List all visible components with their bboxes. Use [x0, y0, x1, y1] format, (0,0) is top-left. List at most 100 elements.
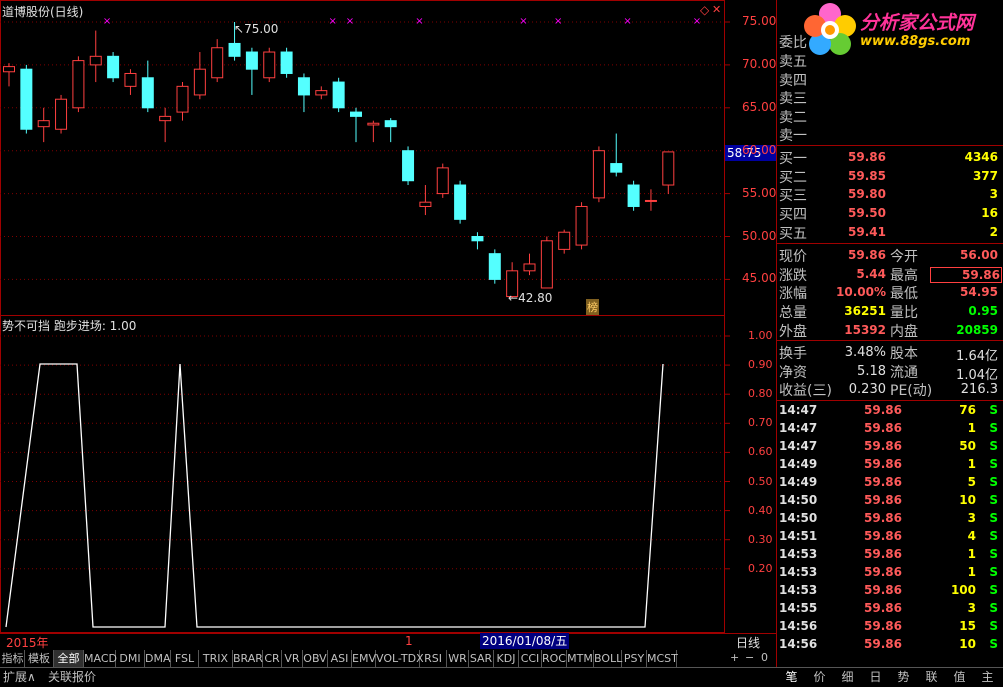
indicator-tab-fsl[interactable]: FSL: [171, 650, 199, 667]
candle[interactable]: [89, 30, 102, 83]
candle[interactable]: [540, 236, 553, 289]
candle[interactable]: [211, 39, 224, 83]
candle[interactable]: [263, 47, 276, 83]
candle[interactable]: [72, 56, 85, 113]
candle[interactable]: [37, 107, 50, 143]
candle[interactable]: [350, 107, 362, 143]
close-icon[interactable]: ✕: [712, 3, 721, 16]
price-axis-label: 50.00: [742, 228, 777, 243]
candle[interactable]: [124, 69, 137, 95]
indicator-tab-psy[interactable]: PSY: [622, 650, 647, 667]
candle[interactable]: [402, 146, 415, 186]
indicator-tab-cci[interactable]: CCI: [519, 650, 542, 667]
candle[interactable]: [280, 47, 293, 78]
indicator-axis-label: 0.40: [748, 503, 773, 517]
indicator-tab-obv[interactable]: OBV: [303, 650, 328, 667]
indicator-tab-emv[interactable]: EMV: [352, 650, 376, 667]
indicator-tab-macd[interactable]: MACD: [84, 650, 117, 667]
candle[interactable]: [610, 133, 623, 177]
indicator-tab-指标[interactable]: 指标: [1, 650, 25, 667]
candle[interactable]: [3, 63, 15, 87]
candle[interactable]: [159, 107, 172, 143]
candle[interactable]: [558, 229, 571, 254]
right-tab-5[interactable]: 联: [919, 668, 944, 687]
candle-body: [211, 47, 224, 79]
indicator-tab-trix[interactable]: TRIX: [199, 650, 233, 667]
sell-level-label: 卖一: [779, 128, 807, 144]
candle-body: [193, 68, 206, 96]
candle[interactable]: [454, 180, 467, 224]
indicator-tab-sar[interactable]: SAR: [469, 650, 494, 667]
right-tab-1[interactable]: 价: [807, 668, 832, 687]
candle[interactable]: [419, 185, 432, 216]
indicator-tab-dmi[interactable]: DMI: [116, 650, 145, 667]
indicator-tab-rsi[interactable]: RSI: [420, 650, 447, 667]
reset-button[interactable]: 0: [761, 651, 768, 664]
indicator-tab-roc[interactable]: ROC: [542, 650, 567, 667]
high-annotation: ↖75.00: [234, 22, 279, 36]
indicator-axis-label: 0.90: [748, 358, 773, 372]
diamond-icon[interactable]: ◇: [700, 3, 709, 17]
indicator-tab-boll[interactable]: BOLL: [594, 650, 622, 667]
candle[interactable]: [575, 202, 588, 250]
candle[interactable]: [627, 180, 640, 211]
right-tab-2[interactable]: 细: [835, 668, 860, 687]
candle[interactable]: [332, 77, 345, 113]
low-value: 42.80: [518, 291, 553, 305]
related-quotes-button[interactable]: 关联报价: [48, 668, 96, 687]
indicator-tab-mcst[interactable]: MCST: [647, 650, 678, 667]
buy-level-label: 买四: [779, 207, 807, 224]
trade-price: 59.86: [864, 637, 902, 651]
x-mark: ×: [328, 16, 336, 27]
rank-badge[interactable]: 榜: [586, 299, 599, 315]
candle[interactable]: [644, 189, 657, 211]
indicator-tab-wr[interactable]: WR: [447, 650, 469, 667]
candle[interactable]: [315, 86, 328, 100]
candle[interactable]: [436, 163, 449, 198]
candle[interactable]: [523, 253, 536, 276]
candle[interactable]: [662, 151, 675, 195]
candle[interactable]: [193, 52, 206, 100]
candle-body: [297, 77, 310, 96]
period-label[interactable]: 日线: [736, 634, 760, 651]
indicator-tab-brar[interactable]: BRAR: [233, 650, 263, 667]
zoom-out-button[interactable]: −: [745, 651, 754, 664]
candle[interactable]: [55, 94, 68, 134]
candle[interactable]: [384, 118, 397, 143]
candle-body: [367, 122, 380, 126]
candle[interactable]: [245, 47, 258, 95]
candle-body: [176, 85, 189, 113]
logo-url[interactable]: www.88gs.com: [860, 34, 970, 49]
indicator-tab-cr[interactable]: CR: [263, 650, 282, 667]
quote-value: 59.86: [930, 266, 1002, 283]
trade-time: 14:50: [779, 511, 818, 525]
indicator-tab-dma[interactable]: DMA: [145, 650, 171, 667]
right-tab-7[interactable]: 主: [975, 668, 1000, 687]
indicator-axis-label: 0.30: [748, 532, 773, 546]
indicator-tab-vr[interactable]: VR: [282, 650, 303, 667]
candle[interactable]: [20, 64, 33, 134]
right-tab-3[interactable]: 日: [863, 668, 888, 687]
candle[interactable]: [176, 82, 189, 121]
indicator-tab-模板[interactable]: 模板: [25, 650, 54, 667]
indicator-tab-vol-tdx[interactable]: VOL-TDX: [376, 650, 424, 667]
candle[interactable]: [488, 249, 501, 284]
site-logo: 分析家公式网 www.88gs.com: [800, 0, 1003, 60]
right-tab-0[interactable]: 笔: [779, 668, 804, 687]
indicator-tab-全部[interactable]: 全部: [54, 650, 84, 667]
stock-terminal-window: × × × × × × × × 道博股份(日线) ◇ ✕ ↖75.00 ←42.80 榜 58…: [0, 0, 1003, 687]
indicator-tab-mtm[interactable]: MTM: [567, 650, 594, 667]
right-tab-4[interactable]: 势: [891, 668, 916, 687]
right-tab-6[interactable]: 值: [947, 668, 972, 687]
candle[interactable]: [592, 146, 605, 203]
candle[interactable]: [141, 60, 154, 113]
expand-button[interactable]: 扩展∧: [3, 668, 36, 687]
indicator-tab-asi[interactable]: ASI: [328, 650, 352, 667]
candle[interactable]: [471, 232, 484, 250]
candle[interactable]: [367, 120, 380, 143]
indicator-tab-kdj[interactable]: KDJ: [494, 650, 519, 667]
candle[interactable]: [107, 52, 120, 83]
zoom-in-button[interactable]: +: [730, 651, 739, 664]
timeline-strip: [0, 633, 776, 650]
candle[interactable]: [297, 73, 310, 113]
